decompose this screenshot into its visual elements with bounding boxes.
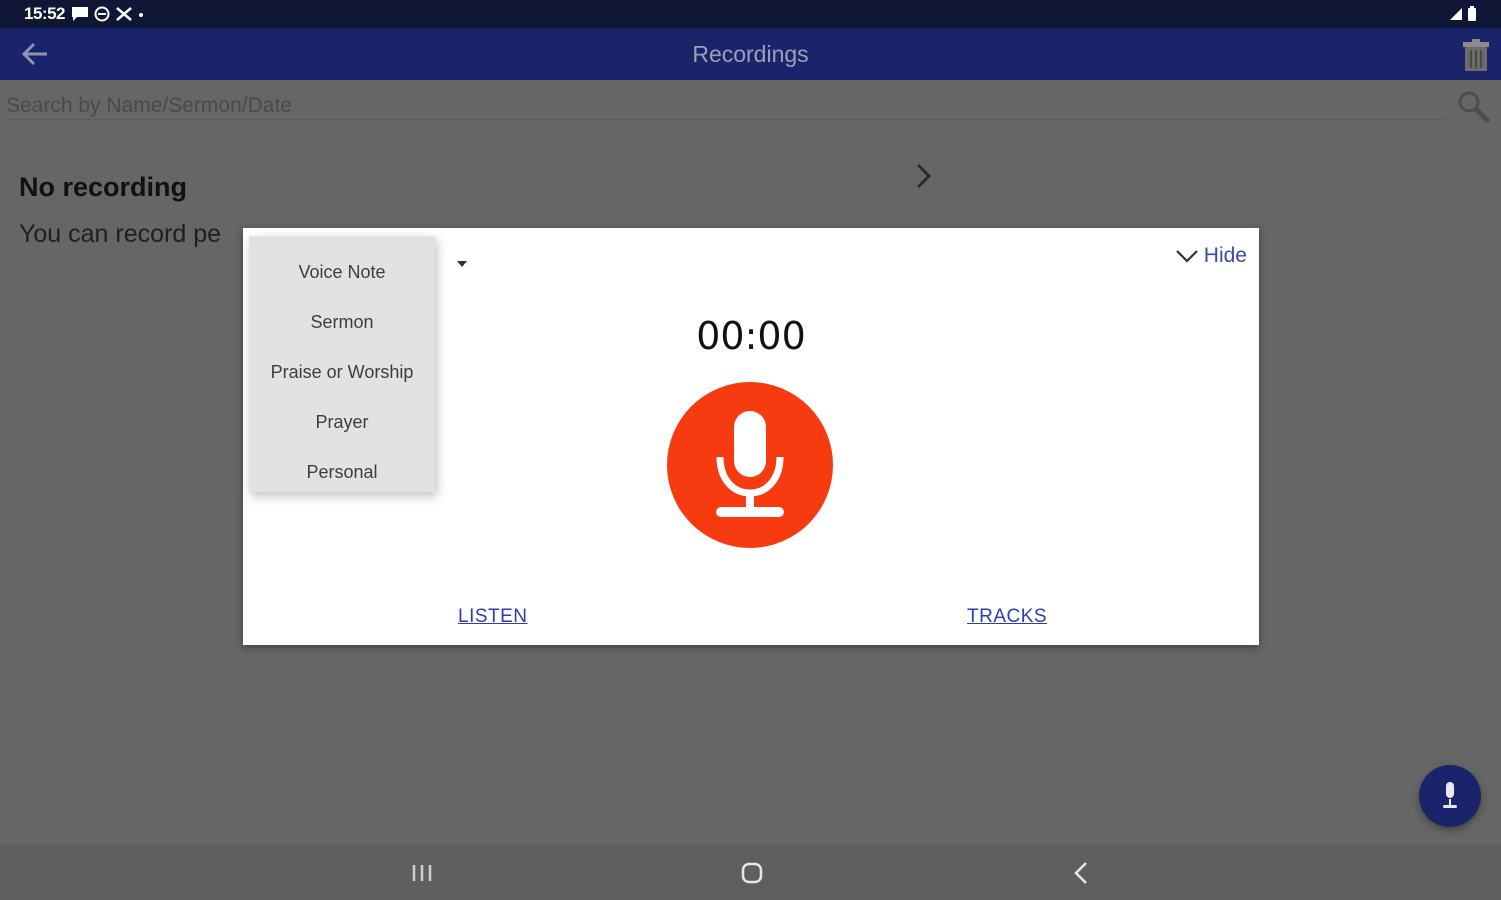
back-icon[interactable]: [1072, 860, 1090, 886]
search-bar: [0, 80, 1501, 128]
page-title: Recordings: [692, 40, 809, 67]
system-navigation-bar: [0, 845, 1501, 900]
recorder-dialog: Voice Note Sermon Praise or Worship Pray…: [243, 228, 1259, 645]
tools-icon: [116, 7, 132, 21]
status-notification-icons: [71, 6, 144, 22]
menu-item-personal[interactable]: Personal: [249, 447, 435, 497]
status-bar: 15:52: [0, 0, 1501, 28]
empty-state-title: No recording: [19, 172, 188, 202]
menu-item-voice-note[interactable]: Voice Note: [249, 247, 435, 297]
status-system-icons: [1449, 6, 1477, 22]
microphone-icon: [1443, 782, 1457, 808]
record-button[interactable]: [667, 382, 833, 548]
message-icon: [71, 7, 88, 21]
do-not-disturb-icon: [94, 6, 110, 22]
signal-icon: [1450, 8, 1462, 20]
listen-button[interactable]: LISTEN: [458, 606, 528, 628]
menu-item-prayer[interactable]: Prayer: [249, 397, 435, 447]
home-icon[interactable]: [740, 861, 764, 885]
arrow-left-icon[interactable]: [20, 40, 50, 68]
recording-timer: 00:00: [696, 314, 806, 358]
recent-apps-icon[interactable]: [410, 863, 434, 883]
magnifier-icon[interactable]: [1455, 88, 1491, 124]
hide-button[interactable]: Hide: [1176, 244, 1247, 268]
hide-label: Hide: [1203, 244, 1247, 267]
recording-type-menu: Voice Note Sermon Praise or Worship Pray…: [249, 236, 435, 492]
dropdown-arrow-icon[interactable]: [457, 261, 467, 267]
tracks-button[interactable]: TRACKS: [967, 606, 1047, 628]
search-input[interactable]: [6, 92, 1446, 120]
trash-icon[interactable]: [1461, 38, 1491, 72]
chevron-right-icon[interactable]: [910, 160, 936, 192]
status-time: 15:52: [24, 4, 65, 23]
dot-icon: [138, 13, 143, 17]
battery-icon: [1468, 6, 1476, 21]
microphone-icon: [716, 411, 784, 517]
empty-state-description: You can record pe: [19, 220, 222, 248]
chevron-down-icon: [1176, 250, 1198, 263]
record-fab[interactable]: [1419, 765, 1481, 827]
app-bar: Recordings: [0, 28, 1501, 80]
